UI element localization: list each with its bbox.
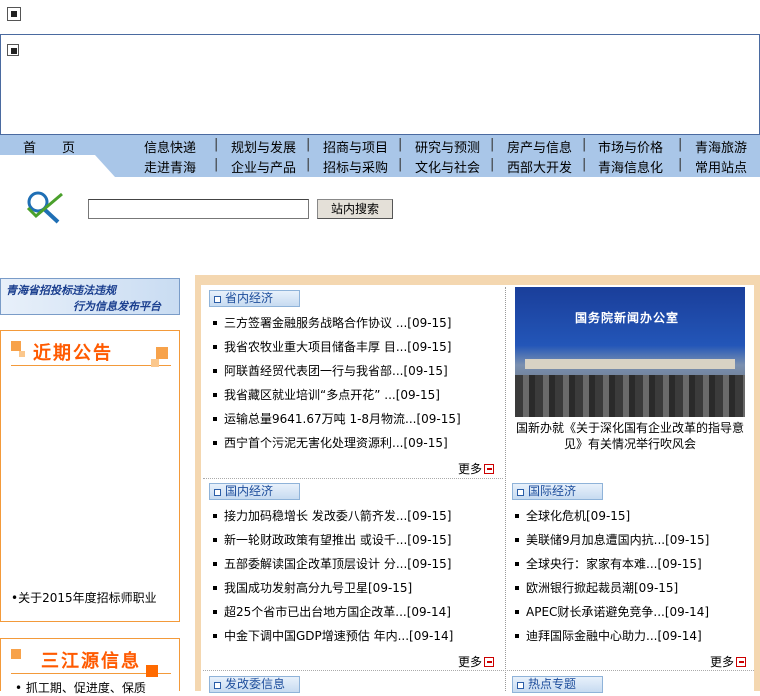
nav-research[interactable]: 研究与预测 [415,137,480,156]
more-label: 更多 [710,655,735,669]
more-label: 更多 [458,462,483,476]
nav-home[interactable]: 首 页 [23,137,75,156]
news-item[interactable]: 全球央行：家家有本难...[09-15] [512,552,709,576]
news-item[interactable]: 我省农牧业重大项目储备丰厚 目...[09-15] [210,335,461,359]
more-link-domestic[interactable]: 更多 [458,653,495,670]
section-header-ndrc[interactable]: 发改委信息 [209,676,300,693]
news-item[interactable]: 运输总量9641.67万吨 1-8月物流...[09-15] [210,407,461,431]
notice-title: 近期公告 [33,343,113,364]
nav-separator: | [214,157,219,172]
nav-separator: | [490,157,495,172]
notice-box-header: 近期公告 [11,337,171,367]
notice-box: 近期公告 •关于2015年度招标师职业 [0,330,180,622]
arrow-icon [736,657,747,667]
decor-square [11,341,21,351]
nav-separator: | [582,157,587,172]
photo-caption[interactable]: 国新办就《关于深化国有企业改革的指导意见》有关情况举行吹风会 [512,420,748,452]
search-icon [24,190,66,230]
sanjiangyuan-box-header: 三江源信息 [11,645,171,677]
nav-links[interactable]: 常用站点 [695,157,747,176]
news-item[interactable]: 迪拜国际金融中心助力...[09-14] [512,624,709,648]
header-banner [0,34,760,135]
banner-line1: 青海省招投标违法违规 [6,284,116,297]
news-item[interactable]: 全球化危机[09-15] [512,504,709,528]
decor-square [19,351,25,357]
notice-item[interactable]: •关于2015年度招标师职业 [11,589,157,606]
news-item[interactable]: 我国成功发射高分九号卫星[09-15] [210,576,453,600]
nav-separator: | [306,157,311,172]
international-news-list: 全球化危机[09-15] 美联储9月加息遭国内抗...[09-15] 全球央行：… [512,504,709,648]
tender-violation-banner[interactable]: 青海省招投标违法违规 行为信息发布平台 [0,278,180,315]
column-divider [505,287,506,691]
banner-line2: 行为信息发布平台 [73,300,161,313]
section-header-domestic[interactable]: 国内经济 [209,483,300,500]
site-search-button[interactable]: 站内搜索 [317,199,393,219]
nav-separator: | [582,137,587,152]
row-divider [203,670,754,671]
news-item[interactable]: 西宁首个污泥无害化处理资源利...[09-15] [210,431,461,455]
nav-separator: | [398,137,403,152]
news-item[interactable]: 中金下调中国GDP增速预估 年内...[09-14] [210,624,453,648]
nav-planning[interactable]: 规划与发展 [231,137,296,156]
news-item[interactable]: APEC财长承诺避免竞争...[09-14] [512,600,709,624]
main-nav-row2: 走进青海 | 企业与产品 | 招标与采购 | 文化与社会 | 西部大开发 | 青… [0,155,760,177]
nav-separator: | [678,137,683,152]
news-item[interactable]: 超25个省市已出台地方国企改革...[09-14] [210,600,453,624]
nav-separator: | [398,157,403,172]
news-item[interactable]: 美联储9月加息遭国内抗...[09-15] [512,528,709,552]
photo-sign: 国务院新闻办公室 [575,311,680,325]
sanjiangyuan-title: 三江源信息 [41,651,141,672]
news-item[interactable]: 我省藏区就业培训“多点开花” ...[09-15] [210,383,461,407]
nav-about-qinghai[interactable]: 走进青海 [144,157,196,176]
news-item[interactable]: 新一轮财政政策有望推出 或设千...[09-15] [210,528,453,552]
nav-separator: | [678,157,683,172]
nav-culture[interactable]: 文化与社会 [415,157,480,176]
news-item[interactable]: 五部委解读国企改革顶层设计 分...[09-15] [210,552,453,576]
section-header-hot[interactable]: 热点专题 [512,676,603,693]
nav-investment[interactable]: 招商与项目 [323,137,388,156]
main-nav-row1: 首 页 信息快递 | 规划与发展 | 招商与项目 | 研究与预测 | 房产与信息… [0,135,760,156]
sanjiangyuan-item[interactable]: • 抓工期、促进度、保质 [15,679,146,696]
more-link-provincial[interactable]: 更多 [458,460,495,477]
nav-real-estate[interactable]: 房产与信息 [507,137,572,156]
provincial-news-list: 三方签署金融服务战略合作协议 ...[09-15] 我省农牧业重大项目储备丰厚 … [210,311,461,455]
decor-square [156,347,168,359]
decor-square [151,359,159,367]
arrow-icon [484,657,495,667]
section-header-international[interactable]: 国际经济 [512,483,603,500]
nav-separator: | [306,137,311,152]
header-rule [11,365,171,366]
nav-separator: | [490,137,495,152]
search-input[interactable] [88,199,309,219]
nav-tender[interactable]: 招标与采购 [323,157,388,176]
nav-informatization[interactable]: 青海信息化 [598,157,663,176]
domestic-news-list: 接力加码稳增长 发改委八箭齐发...[09-15] 新一轮财政政策有望推出 或设… [210,504,453,648]
section-header-provincial[interactable]: 省内经济 [209,290,300,307]
decor-square [11,649,21,659]
nav-tourism[interactable]: 青海旅游 [695,137,747,156]
decor-square [146,665,158,677]
nav-separator: | [214,137,219,152]
news-item[interactable]: 三方签署金融服务战略合作协议 ...[09-15] [210,311,461,335]
news-item[interactable]: 欧洲银行掀起裁员潮[09-15] [512,576,709,600]
news-photo[interactable]: 国务院新闻办公室 [515,287,745,417]
news-item[interactable]: 阿联酋经贸代表团一行与我省部...[09-15] [210,359,461,383]
news-item[interactable]: 接力加码稳增长 发改委八箭齐发...[09-15] [210,504,453,528]
nav-market[interactable]: 市场与价格 [598,137,663,156]
nav-west-development[interactable]: 西部大开发 [507,157,572,176]
nav-enterprise[interactable]: 企业与产品 [231,157,296,176]
nav-news-express[interactable]: 信息快递 [144,137,196,156]
nav-corner [95,155,115,177]
broken-image-icon [7,44,19,56]
broken-image-icon [7,7,21,21]
sanjiangyuan-box: 三江源信息 • 抓工期、促进度、保质 [0,638,180,695]
photo-table [525,359,735,369]
arrow-icon [484,464,495,474]
more-label: 更多 [458,655,483,669]
photo-crowd [515,375,745,417]
row-divider [203,478,503,479]
more-link-international[interactable]: 更多 [710,653,747,670]
